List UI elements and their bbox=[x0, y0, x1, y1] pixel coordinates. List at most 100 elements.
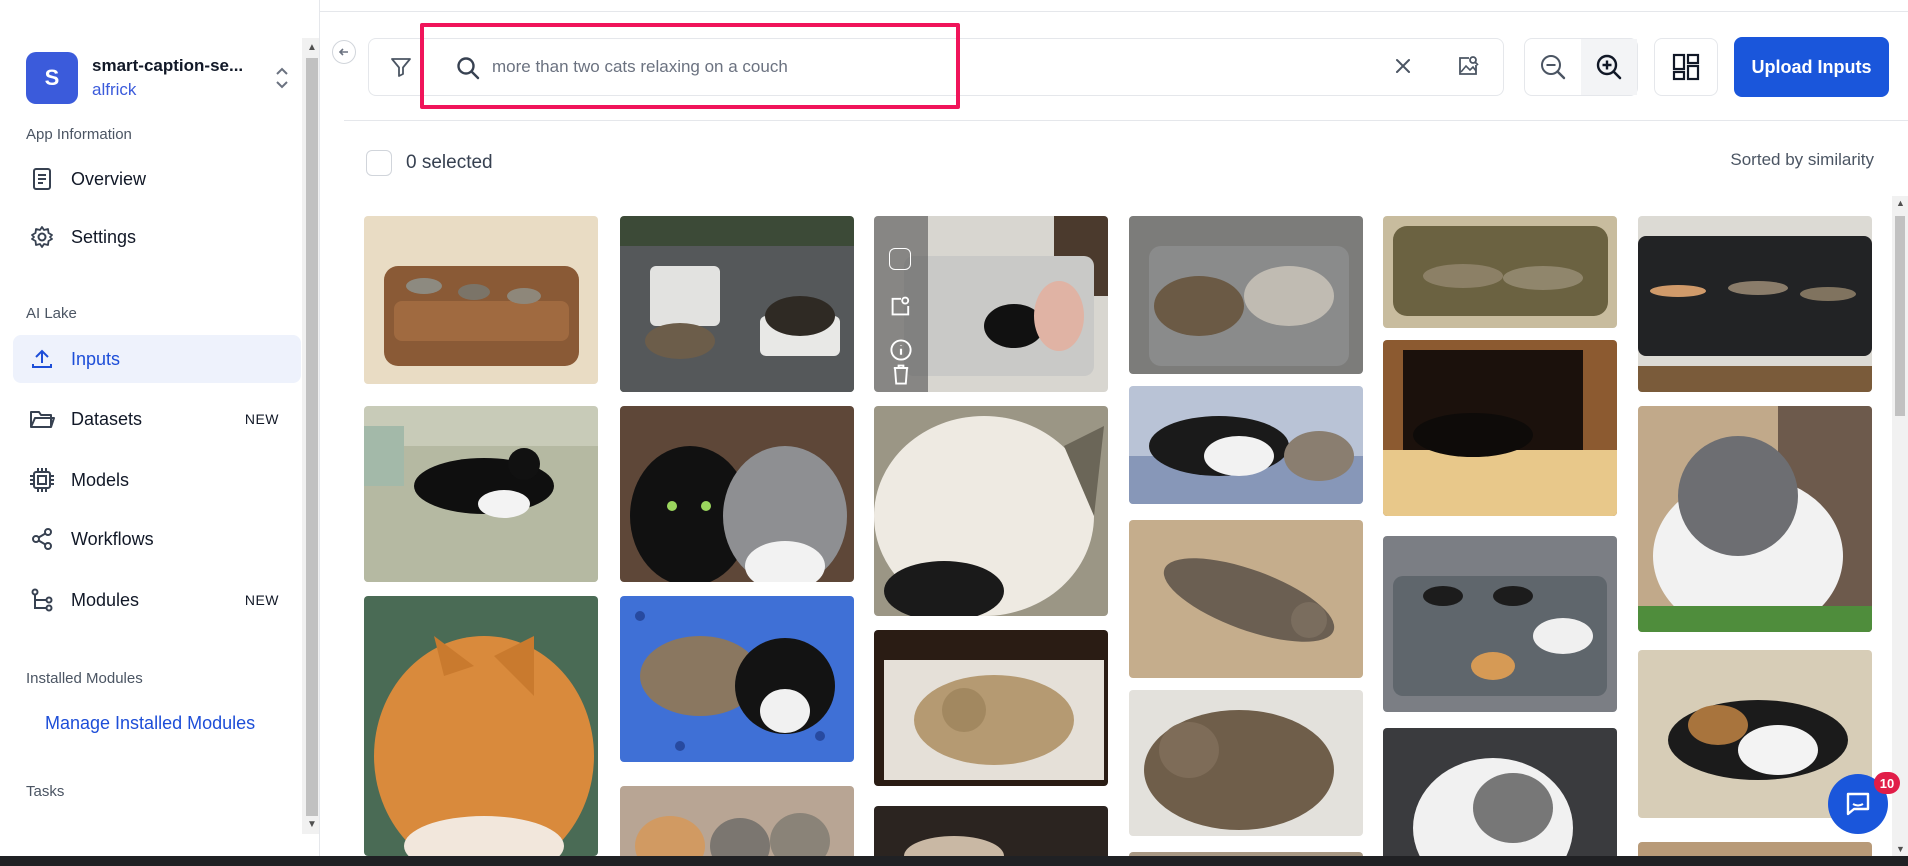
image-card[interactable] bbox=[1383, 728, 1617, 856]
sidebar-content: S smart-caption-se... alfrick App Inform… bbox=[0, 0, 302, 856]
image-card[interactable] bbox=[874, 406, 1108, 616]
image-card[interactable] bbox=[364, 216, 598, 384]
arrow-left-icon bbox=[338, 48, 348, 56]
zoom-out-button[interactable] bbox=[1525, 39, 1581, 95]
image-thumbnail bbox=[874, 406, 1108, 616]
image-card[interactable] bbox=[874, 216, 1108, 392]
image-thumbnail bbox=[1129, 690, 1363, 836]
image-thumbnail bbox=[1638, 406, 1872, 632]
search-highlight-box bbox=[420, 23, 960, 109]
image-card[interactable] bbox=[1383, 340, 1617, 516]
selected-count: 0 selected bbox=[406, 152, 493, 173]
sidebar-item-models[interactable]: Models bbox=[13, 456, 301, 504]
section-label-app-information: App Information bbox=[26, 126, 132, 143]
app-name: smart-caption-se... bbox=[92, 56, 244, 75]
image-thumbnail bbox=[1383, 728, 1617, 856]
image-card[interactable] bbox=[1383, 216, 1617, 328]
find-similar-button[interactable] bbox=[889, 294, 913, 318]
image-card[interactable] bbox=[364, 406, 598, 582]
sidebar-item-label: Models bbox=[71, 469, 130, 490]
image-card[interactable] bbox=[620, 596, 854, 762]
image-thumbnail bbox=[1383, 536, 1617, 712]
image-card[interactable] bbox=[620, 786, 854, 856]
image-thumbnail bbox=[874, 806, 1108, 856]
sidebar: S smart-caption-se... alfrick App Inform… bbox=[0, 0, 320, 856]
sidebar-item-label: Settings bbox=[71, 226, 137, 247]
sidebar-scrollbar-thumb[interactable] bbox=[306, 58, 318, 816]
info-button[interactable] bbox=[889, 338, 913, 362]
sidebar-item-overview[interactable]: Overview bbox=[13, 155, 301, 203]
image-card[interactable] bbox=[620, 216, 854, 392]
gear-icon bbox=[29, 224, 55, 250]
select-all-checkbox[interactable] bbox=[366, 150, 392, 176]
collapse-sidebar-button[interactable] bbox=[332, 40, 356, 64]
filter-icon bbox=[390, 58, 411, 77]
close-icon bbox=[1396, 59, 1410, 73]
image-card[interactable] bbox=[620, 406, 854, 582]
clear-search-button[interactable] bbox=[1390, 53, 1416, 79]
section-label-tasks: Tasks bbox=[26, 783, 65, 800]
section-label-ai-lake: AI Lake bbox=[26, 305, 77, 322]
image-card[interactable] bbox=[1129, 520, 1363, 678]
upload-inputs-button[interactable]: Upload Inputs bbox=[1734, 37, 1889, 97]
new-badge: NEW bbox=[244, 592, 279, 608]
scroll-down-arrow-icon[interactable]: ▼ bbox=[307, 819, 317, 830]
image-thumbnail bbox=[1638, 842, 1872, 856]
scroll-up-arrow-icon[interactable]: ▲ bbox=[1896, 198, 1905, 208]
image-thumbnail bbox=[620, 406, 854, 582]
app-switcher[interactable]: S smart-caption-se... alfrick bbox=[26, 52, 296, 104]
card-select-checkbox[interactable] bbox=[889, 248, 911, 270]
new-badge: NEW bbox=[244, 411, 279, 427]
scroll-down-arrow-icon[interactable]: ▼ bbox=[1896, 844, 1905, 854]
select-all-row: 0 selected bbox=[366, 150, 493, 176]
image-thumbnail bbox=[1129, 216, 1363, 374]
image-card[interactable] bbox=[1129, 690, 1363, 836]
toolbar-divider bbox=[344, 120, 1908, 121]
sidebar-item-label: Modules bbox=[71, 589, 140, 610]
image-thumbnail bbox=[364, 596, 598, 856]
trash-icon bbox=[893, 364, 909, 385]
sidebar-item-settings[interactable]: Settings bbox=[13, 213, 301, 261]
image-thumbnail bbox=[364, 406, 598, 582]
image-gallery bbox=[364, 216, 1894, 856]
sidebar-item-inputs[interactable]: Inputs bbox=[13, 335, 301, 383]
image-thumbnail bbox=[620, 216, 854, 392]
gallery-scrollbar[interactable]: ▲ ▼ bbox=[1892, 196, 1908, 856]
sidebar-item-modules[interactable]: Modules NEW bbox=[13, 576, 301, 624]
image-card[interactable] bbox=[1638, 842, 1872, 856]
notification-badge: 10 bbox=[1874, 772, 1900, 794]
zoom-in-button[interactable] bbox=[1581, 39, 1637, 95]
manage-installed-modules-link[interactable]: Manage Installed Modules bbox=[45, 713, 255, 734]
image-thumbnail bbox=[874, 630, 1108, 786]
folder-icon bbox=[29, 406, 55, 432]
image-card[interactable] bbox=[874, 630, 1108, 786]
image-thumbnail bbox=[364, 216, 598, 384]
chat-icon bbox=[1846, 792, 1870, 816]
image-card[interactable] bbox=[874, 806, 1108, 856]
card-hover-actions bbox=[874, 216, 928, 392]
image-card[interactable] bbox=[1638, 216, 1872, 392]
app-user-link[interactable]: alfrick bbox=[92, 80, 267, 100]
document-icon bbox=[29, 166, 55, 192]
scroll-up-arrow-icon[interactable]: ▲ bbox=[307, 42, 317, 53]
image-card[interactable] bbox=[1129, 216, 1363, 374]
delete-button[interactable] bbox=[889, 362, 913, 386]
sidebar-item-label: Datasets bbox=[71, 408, 143, 429]
sidebar-item-label: Inputs bbox=[71, 348, 121, 369]
chevron-updown-icon bbox=[276, 67, 288, 89]
info-icon bbox=[890, 339, 912, 361]
grid-layout-icon bbox=[1672, 53, 1700, 81]
image-thumbnail bbox=[1129, 386, 1363, 504]
image-card[interactable] bbox=[364, 596, 598, 856]
image-card[interactable] bbox=[1383, 536, 1617, 712]
gallery-scrollbar-thumb[interactable] bbox=[1895, 216, 1905, 416]
sort-label[interactable]: Sorted by similarity bbox=[1730, 150, 1874, 170]
image-card[interactable] bbox=[1129, 386, 1363, 504]
image-card[interactable] bbox=[1638, 406, 1872, 632]
sidebar-item-label: Overview bbox=[71, 168, 147, 189]
sidebar-item-datasets[interactable]: Datasets NEW bbox=[13, 395, 301, 443]
sidebar-scrollbar[interactable]: ▲ ▼ bbox=[302, 38, 319, 834]
sidebar-item-workflows[interactable]: Workflows bbox=[13, 515, 301, 563]
image-search-icon[interactable] bbox=[1456, 53, 1482, 79]
layout-toggle-button[interactable] bbox=[1654, 38, 1718, 96]
